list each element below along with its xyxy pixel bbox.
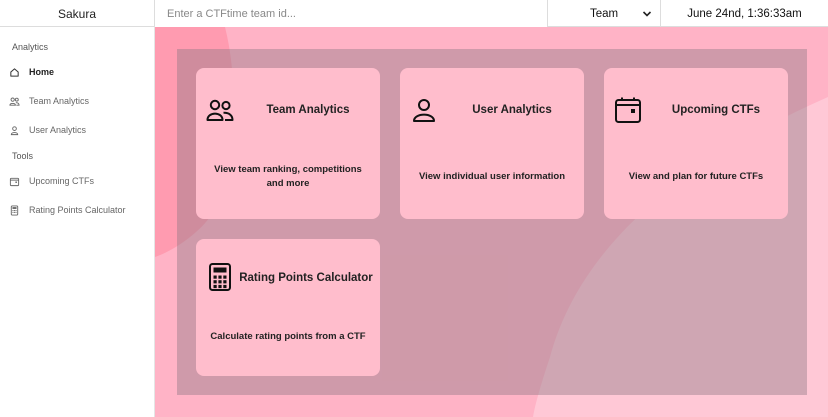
sidebar-item-label: User Analytics — [29, 125, 87, 135]
sidebar-item-user-analytics[interactable]: User Analytics — [0, 119, 155, 141]
team-id-search-input[interactable] — [155, 0, 548, 27]
sidebar-item-upcoming-ctfs[interactable]: Upcoming CTFs — [0, 170, 155, 192]
sidebar-item-label: Rating Points Calculator — [29, 205, 126, 215]
search-type-select[interactable]: Team — [548, 0, 660, 27]
calendar-icon — [615, 97, 641, 123]
card-title: Upcoming CTFs — [671, 104, 761, 116]
sidebar-section-tools: Tools — [12, 151, 34, 161]
sidebar-item-label: Home — [29, 67, 55, 77]
card-description: Calculate rating points from a CTF — [210, 331, 366, 342]
card-team-analytics[interactable]: Team Analytics View team ranking, compet… — [196, 68, 380, 219]
sidebar-item-label: Upcoming CTFs — [29, 176, 95, 186]
card-title: Rating Points Calculator — [239, 272, 373, 284]
users-icon — [9, 97, 20, 106]
card-description: View and plan for future CTFs — [628, 171, 764, 182]
main-content: Team Analytics View team ranking, compet… — [155, 27, 828, 417]
sidebar-item-label: Team Analytics — [29, 96, 90, 106]
top-bar: Sakura Team June 24nd, 1:36:33am — [0, 0, 828, 27]
card-rating-points-calculator[interactable]: Rating Points Calculator Calculate ratin… — [196, 239, 380, 376]
search-type-select-wrapper: Team — [548, 0, 661, 27]
user-icon — [413, 99, 435, 122]
users-icon — [206, 99, 234, 121]
calculator-icon — [209, 263, 231, 291]
app-brand[interactable]: Sakura — [0, 0, 155, 27]
card-title: Team Analytics — [266, 104, 350, 116]
user-icon — [10, 125, 19, 135]
sidebar-item-home[interactable]: Home — [0, 61, 155, 83]
card-upcoming-ctfs[interactable]: Upcoming CTFs View and plan for future C… — [604, 68, 788, 219]
card-description: View team ranking, competitions and more — [214, 164, 362, 189]
sidebar-item-team-analytics[interactable]: Team Analytics — [0, 90, 155, 112]
card-description: View individual user information — [418, 171, 566, 182]
card-user-analytics[interactable]: User Analytics View individual user info… — [400, 68, 584, 219]
sidebar: Analytics Home Team Analytics User Analy… — [0, 27, 155, 417]
sidebar-item-rating-points-calculator[interactable]: Rating Points Calculator — [0, 199, 155, 221]
clock: June 24nd, 1:36:33am — [687, 7, 802, 20]
sidebar-section-analytics: Analytics — [12, 42, 49, 52]
calculator-icon — [10, 204, 19, 216]
cards-overlay: Team Analytics View team ranking, compet… — [177, 49, 807, 395]
card-title: User Analytics — [472, 104, 552, 116]
calendar-icon — [9, 177, 20, 186]
home-icon — [10, 67, 19, 77]
